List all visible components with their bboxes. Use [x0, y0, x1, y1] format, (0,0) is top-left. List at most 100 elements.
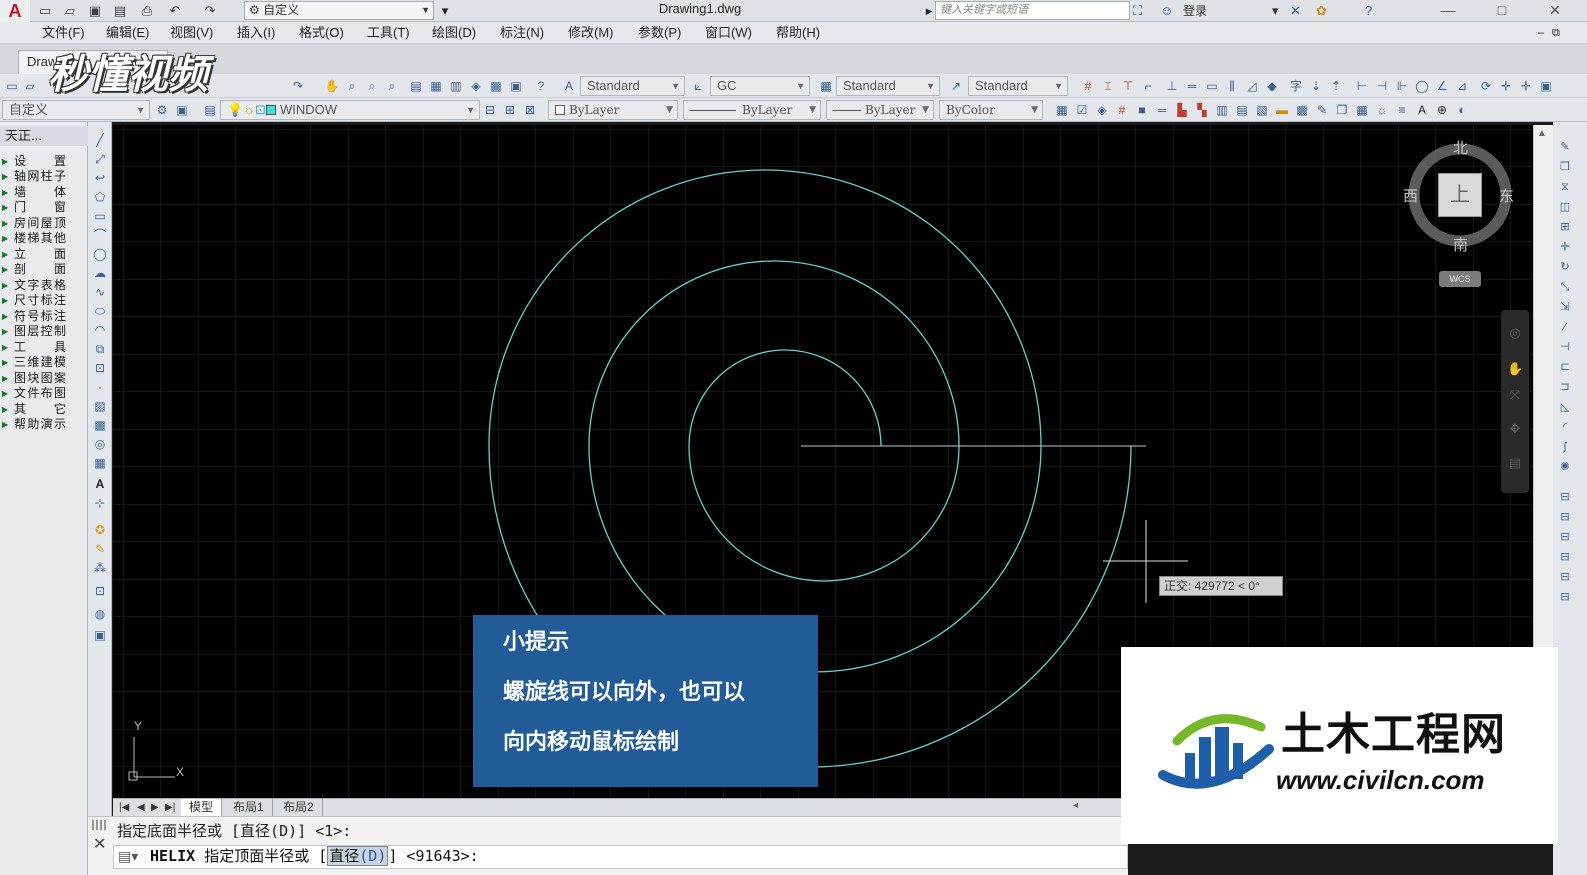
line-icon[interactable]: ╱ [92, 132, 108, 148]
tab-model[interactable]: 模型 [181, 799, 223, 816]
tz-copy-icon[interactable]: ❐ [1334, 102, 1350, 118]
compass-north[interactable]: 北 [1453, 141, 1468, 157]
tz-menu-other[interactable]: ▶ 其 它 [0, 402, 88, 417]
tz-globe-icon[interactable]: ◐ [1454, 102, 1470, 118]
symbol-tool-icon[interactable]: ⇣ [1308, 78, 1324, 94]
modify-extra-6-icon[interactable]: ⊟ [1558, 590, 1572, 604]
column-icon[interactable]: ⊤ [1120, 78, 1136, 94]
tz-stair-icon[interactable]: ▤ [1234, 102, 1250, 118]
menu-draw[interactable]: 绘图(D) [432, 25, 476, 41]
text-style-select[interactable]: Standard ▼ [580, 76, 685, 96]
tz-font-icon[interactable]: A [1414, 102, 1430, 118]
redo-icon[interactable]: ↷ [201, 2, 219, 20]
layer-manager-icon[interactable]: ▤ [202, 102, 218, 118]
circle-icon[interactable]: ◯ [92, 246, 108, 262]
point-icon[interactable]: · [92, 379, 108, 395]
new-icon[interactable]: ▭ [4, 78, 20, 94]
scroll-up-icon[interactable]: ▲ [1537, 128, 1547, 139]
help-toolbar-icon[interactable]: ? [533, 78, 549, 94]
stretch-icon[interactable]: ⇲ [1558, 300, 1572, 314]
hscroll-left-icon[interactable]: ◂ [1073, 800, 1078, 811]
wcs-menu[interactable]: WCS [1439, 271, 1481, 287]
elevation-icon[interactable]: ▭ [1204, 78, 1220, 94]
tz-menu-wall[interactable]: ▶ 墙 体 [0, 185, 88, 200]
login-dropdown-icon[interactable]: ▾ [1272, 2, 1279, 20]
tz-grid-icon[interactable]: # [1114, 102, 1130, 118]
move-copy-icon[interactable]: ✛ [1518, 78, 1534, 94]
compass-south[interactable]: 南 [1453, 238, 1468, 254]
markup-icon[interactable]: ▩ [488, 78, 504, 94]
layer-state-icon[interactable]: ⊠ [522, 102, 538, 118]
dim-style-select[interactable]: GC ▼ [710, 76, 810, 96]
tz-target-icon[interactable]: ⊕ [1434, 102, 1450, 118]
roof-icon[interactable]: ◿ [1244, 78, 1260, 94]
zoom-window-icon[interactable]: ⌕ [364, 78, 380, 94]
layer-previous-icon[interactable]: ⊞ [502, 102, 518, 118]
showmotion-icon[interactable]: ▤ [1507, 455, 1523, 471]
command-close-icon[interactable]: ✕ [93, 834, 106, 854]
first-tab-icon[interactable]: |◀ [119, 800, 129, 815]
dim-angle-icon[interactable]: ∠ [1434, 78, 1450, 94]
minimize-button[interactable]: — [1428, 0, 1468, 22]
ellipse-arc-icon[interactable]: ◠ [92, 322, 108, 338]
move-tool-icon[interactable]: ✛ [1558, 240, 1572, 254]
application-menu-button[interactable]: A [0, 0, 30, 22]
tz-window-icon[interactable]: ▚ [1194, 102, 1210, 118]
tz-menu-door-window[interactable]: ▶ 门 窗 [0, 200, 88, 215]
dim-radius-icon[interactable]: ◯ [1414, 78, 1430, 94]
break-icon[interactable]: ⊏ [1558, 360, 1572, 374]
revision-cloud-icon[interactable]: ☁ [92, 265, 108, 281]
door-icon[interactable]: ⌐ [1140, 78, 1156, 94]
doc-restore-icon[interactable]: ⧉ [1552, 25, 1560, 41]
pencil-tool-icon[interactable]: ✎ [92, 541, 108, 557]
open-icon[interactable]: ▱ [22, 78, 38, 94]
modify-extra-4-icon[interactable]: ⊟ [1558, 550, 1572, 564]
spline-icon[interactable]: ∿ [92, 284, 108, 300]
text-tool-icon[interactable]: 字 [1288, 78, 1304, 94]
menu-format[interactable]: 格式(O) [299, 25, 344, 41]
color-select[interactable]: ByLayer ▼ [548, 100, 678, 120]
tz-menu-text-table[interactable]: ▶ 文字表格 [0, 278, 88, 293]
make-current-icon[interactable]: ⊟ [482, 102, 498, 118]
dimension-tool-icon[interactable]: ⇡ [1328, 78, 1344, 94]
stamp-tool-icon[interactable]: ▣ [92, 627, 108, 643]
stair-icon[interactable]: ═ [1184, 78, 1200, 94]
prev-tab-icon[interactable]: ◀ [137, 800, 145, 815]
tz-menu-elevation[interactable]: ▶ 立 面 [0, 247, 88, 262]
tz-grid2-icon[interactable]: ▦ [1354, 102, 1370, 118]
search-input[interactable]: 键入关键字或短语 [935, 1, 1130, 20]
tz-text-icon[interactable]: ≡ [1394, 102, 1410, 118]
zoom-realtime-icon[interactable]: ⌕ [344, 78, 360, 94]
menu-parametric[interactable]: 参数(P) [638, 25, 681, 41]
compass-east[interactable]: 东 [1499, 189, 1514, 205]
mleader-style-select[interactable]: Standard ▼ [968, 76, 1068, 96]
copy-icon[interactable]: ❐ [1558, 160, 1572, 174]
construction-line-icon[interactable]: ⤢ [92, 151, 108, 167]
ellipse-icon[interactable]: ⬭ [92, 303, 108, 319]
menu-view[interactable]: 视图(V) [170, 25, 213, 41]
save-icon[interactable]: ▣ [86, 2, 104, 20]
erase-icon[interactable]: ✎ [1558, 140, 1572, 154]
join-icon[interactable]: ⊐ [1558, 380, 1572, 394]
multiline-text-icon[interactable]: A [92, 476, 108, 492]
move-icon[interactable]: ✛ [1498, 78, 1514, 94]
tz-menu-axis-column[interactable]: ▶ 轴网柱子 [0, 169, 88, 184]
sheet-set-icon[interactable]: ◈ [468, 78, 484, 94]
tz-layer-icon[interactable]: ▦ [1054, 102, 1070, 118]
tz-light-icon[interactable]: ☼ [1374, 102, 1390, 118]
close-button[interactable]: ✕ [1535, 0, 1575, 22]
autodesk-app-icon[interactable]: ✿ [1316, 2, 1327, 20]
diameter-option[interactable]: 直径(D) [327, 846, 389, 866]
level-icon[interactable]: ⊿ [1454, 78, 1470, 94]
tab-layout1[interactable]: 布局1 [225, 799, 273, 816]
tab-layout2[interactable]: 布局2 [275, 799, 323, 816]
command-grip[interactable] [92, 820, 108, 830]
tz-column-icon[interactable]: ■ [1134, 102, 1150, 118]
orbit-icon[interactable]: ⟳ [1478, 78, 1494, 94]
lock-tool-icon[interactable]: ⊡ [92, 583, 108, 599]
array-icon[interactable]: ⊞ [1558, 220, 1572, 234]
menu-insert[interactable]: 插入(I) [237, 25, 275, 41]
tz-room-icon[interactable]: ▥ [1214, 102, 1230, 118]
trim-icon[interactable]: ⁄ [1558, 320, 1572, 334]
polyline-icon[interactable]: ↩ [92, 170, 108, 186]
